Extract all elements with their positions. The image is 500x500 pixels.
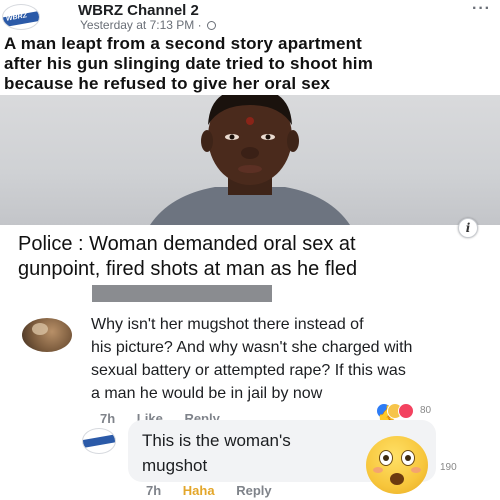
reaction-count[interactable]: 190	[440, 462, 457, 473]
caption-line: gunpoint, fired shots at man as he fled	[18, 258, 358, 280]
reply-actions: 7h Haha Reply	[146, 483, 290, 498]
commenter-avatar[interactable]	[22, 318, 72, 352]
reply-button[interactable]: Reply	[236, 483, 271, 498]
reply-line: mugshot	[142, 456, 208, 475]
post-timestamp[interactable]: Yesterday at 7:13 PM ·	[80, 18, 216, 32]
reply-line: This is the woman's	[142, 431, 291, 450]
headline-line: because he refused to give her oral sex	[4, 74, 331, 93]
love-reaction-icon	[398, 403, 414, 419]
globe-icon	[206, 21, 216, 30]
headline-line: after his gun slinging date tried to sho…	[4, 54, 374, 73]
reply-text: This is the woman's mugshot	[142, 428, 342, 478]
emoji-eye	[379, 450, 393, 466]
headline-line: A man leapt from a second story apartmen…	[4, 34, 363, 53]
emoji-cheek	[373, 467, 383, 473]
comment-line: his picture? And why wasn't she charged …	[91, 339, 413, 356]
post-header: WBRZ WBRZ Channel 2 Yesterday at 7:13 PM…	[0, 0, 500, 34]
reaction-count: 80	[420, 405, 432, 416]
comment-text: Why isn't her mugshot there instead of h…	[91, 313, 413, 405]
page-reply-avatar[interactable]	[82, 428, 116, 454]
link-caption[interactable]: Police : Woman demanded oral sex at gunp…	[18, 232, 488, 282]
logo-band	[83, 434, 115, 448]
emoji-mouth	[390, 473, 404, 485]
caption-line: Police : Woman demanded oral sex at	[18, 233, 356, 255]
reply-time[interactable]: 7h	[146, 483, 161, 498]
emoji-eye	[401, 450, 415, 466]
haha-reaction-button[interactable]: Haha	[183, 483, 215, 498]
flushed-face-emoji-icon	[366, 436, 428, 494]
comment-time[interactable]: 7h	[100, 411, 115, 426]
redaction-bar	[92, 285, 272, 302]
link-preview-photo[interactable]	[0, 95, 500, 225]
page-avatar[interactable]: WBRZ	[2, 4, 40, 30]
mugshot-image	[150, 95, 350, 225]
page-name[interactable]: WBRZ Channel 2	[78, 2, 199, 19]
emoji-cheek	[411, 467, 421, 473]
post-headline: A man leapt from a second story apartmen…	[4, 34, 500, 94]
more-options-icon[interactable]: ···	[472, 0, 491, 18]
comment-line: a man he would be in jail by now	[91, 385, 323, 402]
post-timestamp-text: Yesterday at 7:13 PM ·	[80, 18, 202, 32]
comment-line: sexual battery or attempted rape? If thi…	[91, 362, 406, 379]
comment-line: Why isn't her mugshot there instead of	[91, 316, 364, 333]
